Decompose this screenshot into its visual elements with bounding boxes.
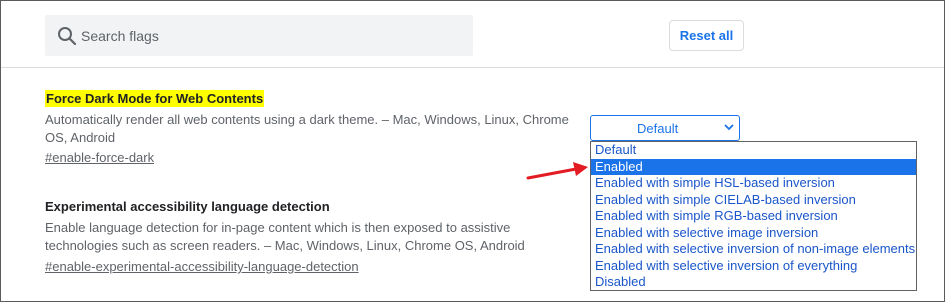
search-box[interactable] [45,15,473,56]
dropdown-option-hsl[interactable]: Enabled with simple HSL-based inversion [591,175,916,192]
flag-title: Experimental accessibility language dete… [45,199,330,214]
flag-description: Automatically render all web contents us… [45,112,569,145]
dropdown-option-selective-non-image[interactable]: Enabled with selective inversion of non-… [591,241,916,258]
chevron-down-icon [724,124,734,131]
red-arrow-annotation-icon [526,162,588,180]
flag-title: Force Dark Mode for Web Contents [45,90,265,107]
dropdown-option-disabled[interactable]: Disabled [591,274,916,291]
flag-anchor-container: #enable-experimental-accessibility-langu… [45,258,359,276]
dropdown-option-selective-image[interactable]: Enabled with selective image inversion [591,225,916,242]
flag-description-container: Automatically render all web contents us… [45,111,575,147]
flag-anchor-link[interactable]: #enable-experimental-accessibility-langu… [45,259,359,274]
dropdown-option-enabled[interactable]: Enabled [591,158,916,175]
flag-accessibility-language: Experimental accessibility language dete… [45,198,330,216]
flag-description-container: Enable language detection for in-page co… [45,219,575,255]
force-dark-select[interactable]: Default [590,115,740,141]
flag-force-dark: Force Dark Mode for Web Contents [45,90,265,108]
dropdown-option-rgb[interactable]: Enabled with simple RGB-based inversion [591,208,916,225]
flag-description: Enable language detection for in-page co… [45,220,525,253]
dropdown-option-cielab[interactable]: Enabled with simple CIELAB-based inversi… [591,192,916,209]
flags-window: Reset all Force Dark Mode for Web Conten… [0,0,945,302]
dropdown-option-default[interactable]: Default [591,142,916,159]
search-icon [58,27,77,46]
select-value: Default [637,121,679,136]
search-input[interactable] [81,15,461,56]
flags-header: Reset all [1,1,944,68]
flag-anchor-container: #enable-force-dark [45,149,154,167]
dropdown-option-selective-everything[interactable]: Enabled with selective inversion of ever… [591,258,916,275]
flag-anchor-link[interactable]: #enable-force-dark [45,150,154,165]
select-dropdown-list: Default Enabled Enabled with simple HSL-… [590,141,917,291]
reset-all-button[interactable]: Reset all [669,20,744,51]
